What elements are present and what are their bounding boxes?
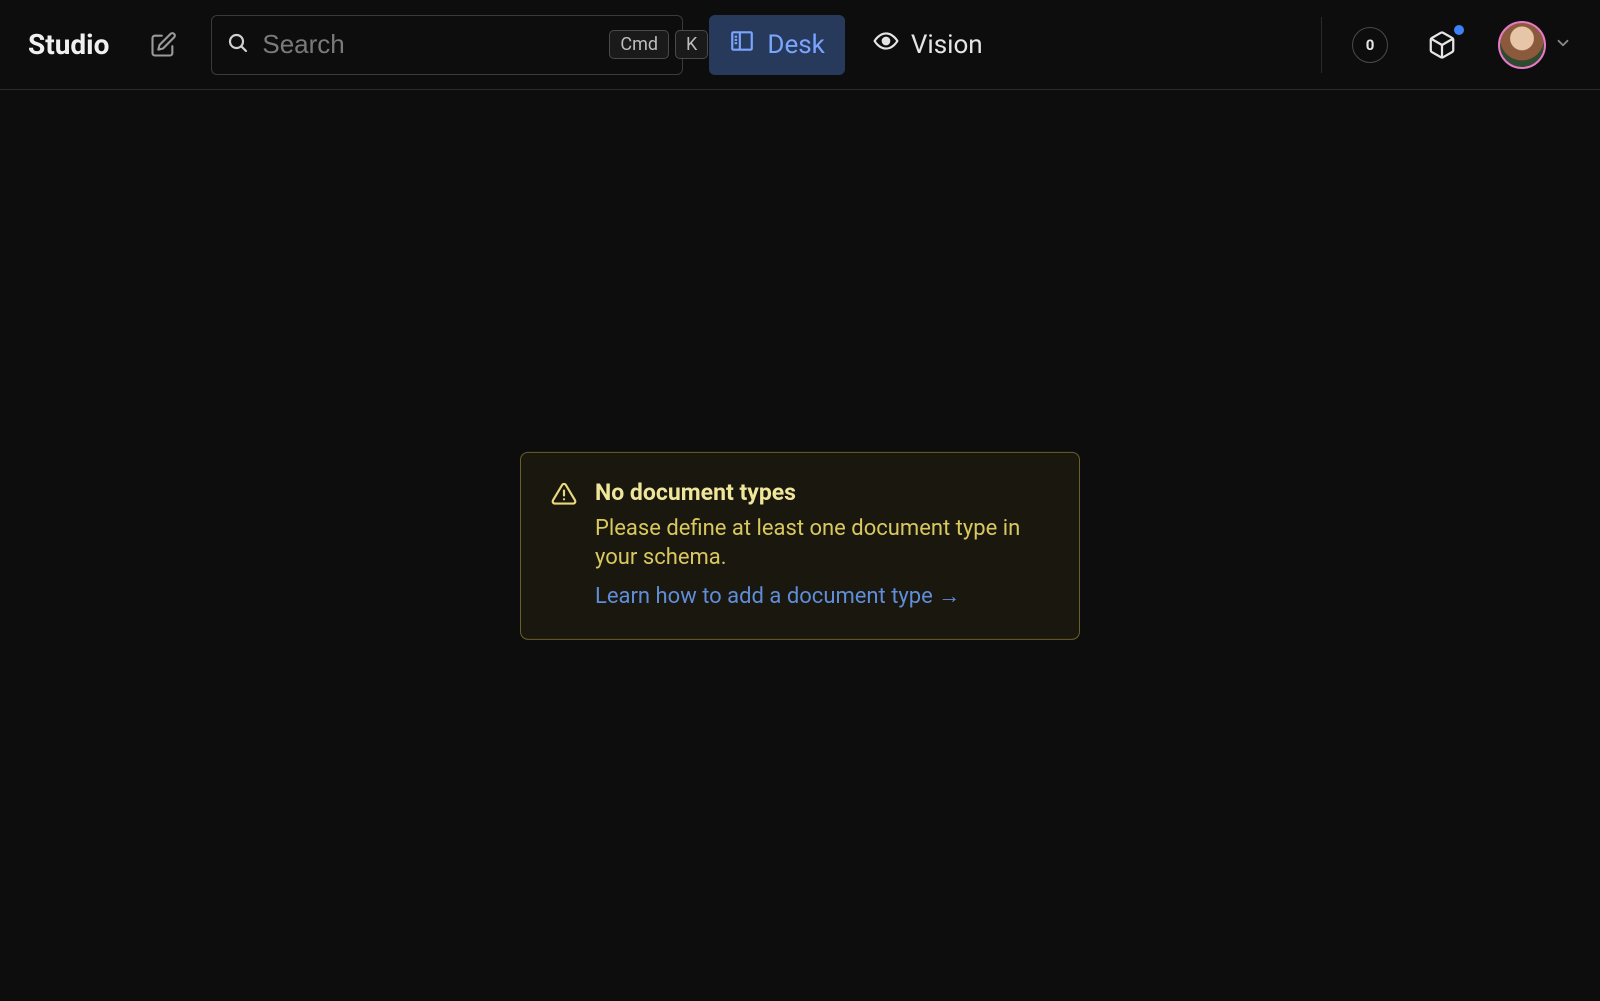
update-dot-icon [1454, 25, 1464, 35]
warning-icon [551, 480, 577, 608]
search-icon [226, 31, 250, 59]
eye-icon [873, 28, 899, 61]
divider [1321, 17, 1322, 73]
compose-icon [149, 31, 177, 59]
warning-description: Please define at least one document type… [595, 513, 1049, 572]
tab-label: Desk [767, 30, 824, 60]
warning-link-text: Learn how to add a document type → [595, 583, 960, 609]
search-input[interactable] [262, 29, 597, 60]
kbd-key: K [675, 30, 708, 59]
user-menu[interactable] [1498, 21, 1572, 69]
chevron-down-icon [1554, 34, 1572, 56]
search-field[interactable]: Cmd K [211, 15, 683, 75]
tab-vision[interactable]: Vision [853, 15, 1003, 75]
topbar: Studio Cmd K [0, 0, 1600, 90]
warning-link[interactable]: Learn how to add a document type → [595, 583, 960, 609]
avatar [1498, 21, 1546, 69]
nav-tabs: Desk Vision [709, 15, 1002, 75]
tab-label: Vision [911, 30, 983, 60]
package-icon [1427, 30, 1457, 60]
compose-button[interactable] [141, 23, 185, 67]
notification-count-badge[interactable]: 0 [1352, 27, 1388, 63]
tab-desk[interactable]: Desk [709, 15, 844, 75]
warning-card: No document types Please define at least… [520, 451, 1080, 639]
content-area: No document types Please define at least… [0, 90, 1600, 1001]
search-shortcut: Cmd K [609, 30, 708, 59]
package-button[interactable] [1420, 23, 1464, 67]
warning-title: No document types [595, 478, 1049, 505]
panel-icon [729, 28, 755, 61]
notification-count: 0 [1366, 36, 1375, 54]
kbd-mod: Cmd [609, 30, 669, 59]
app-title: Studio [28, 28, 109, 61]
